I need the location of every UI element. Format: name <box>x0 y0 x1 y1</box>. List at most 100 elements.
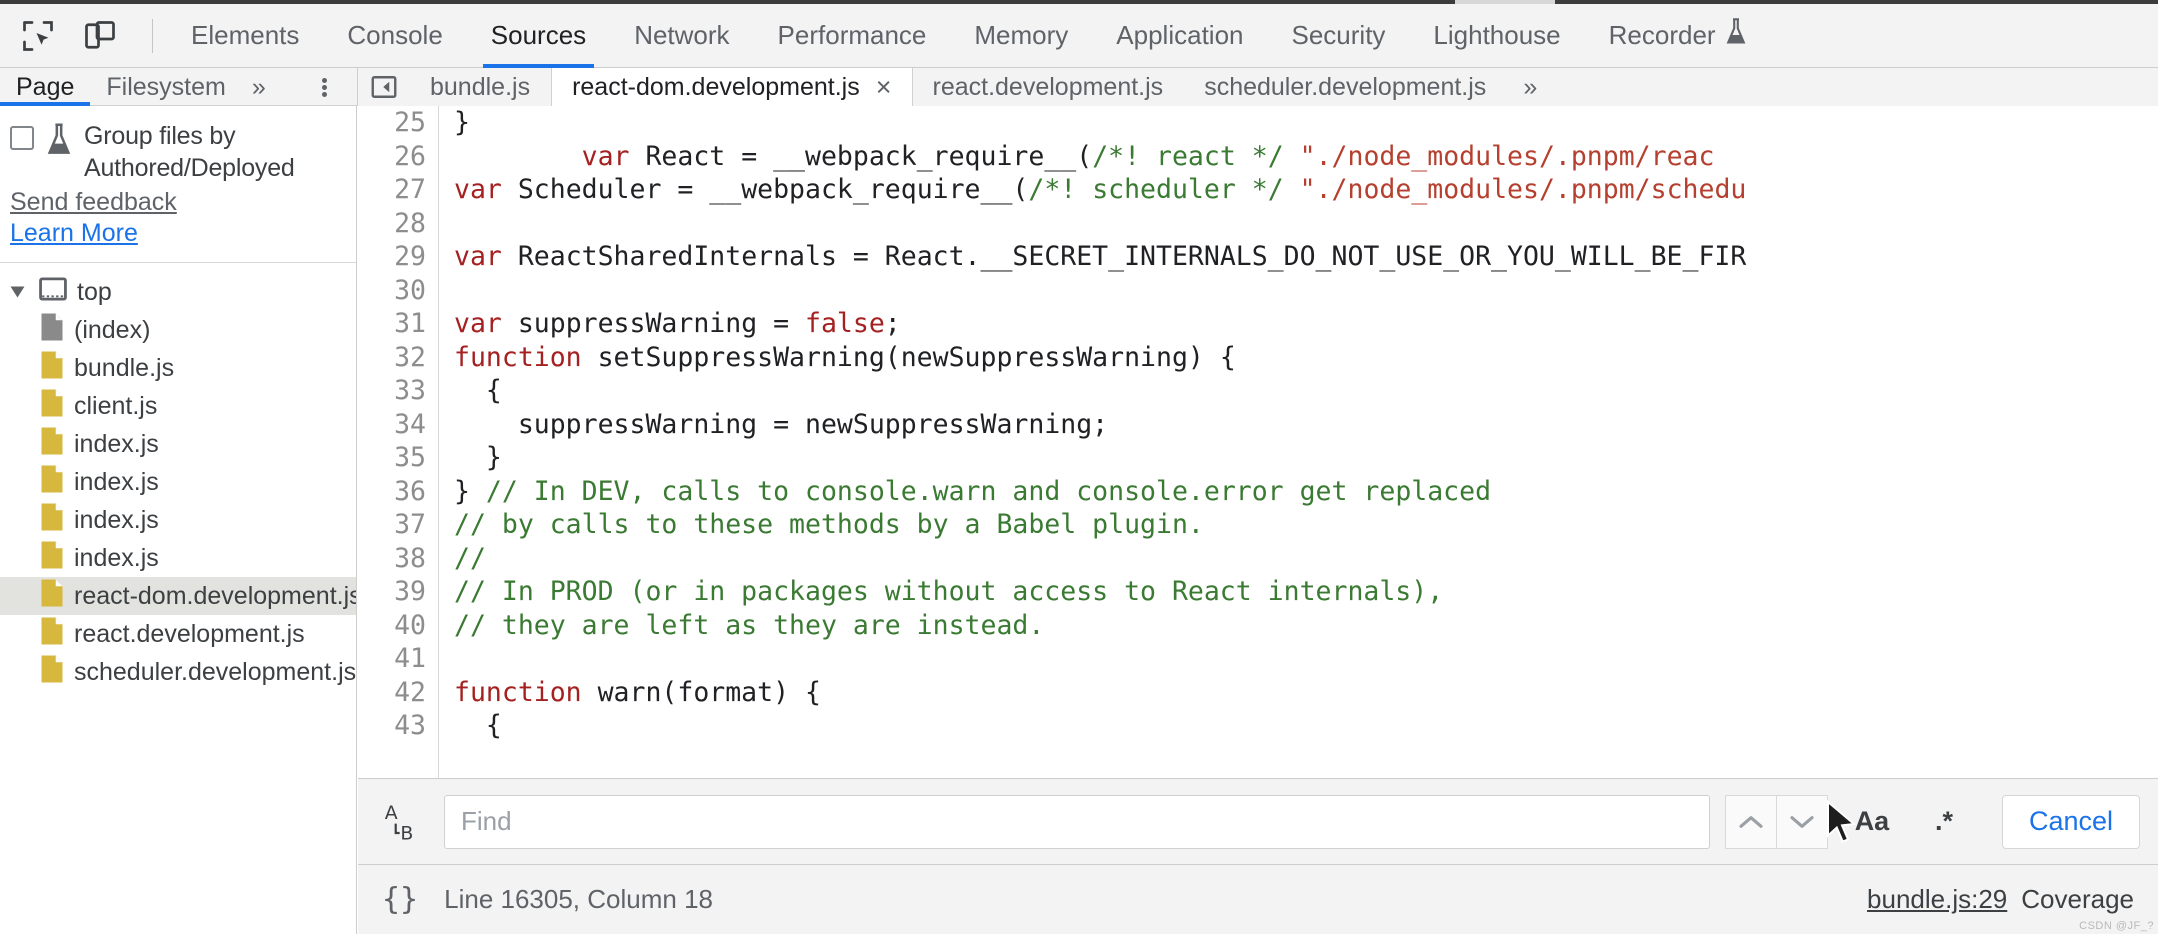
line-number[interactable]: 29 <box>358 240 426 274</box>
tab-security[interactable]: Security <box>1268 4 1410 68</box>
code-lines[interactable]: 25} 26 var React = __webpack_require__(/*… <box>358 106 2158 743</box>
code-line[interactable]: 31 var suppressWarning = false; <box>358 307 2158 341</box>
code-line[interactable]: 25} <box>358 106 2158 140</box>
line-number[interactable]: 26 <box>358 140 426 174</box>
navigator-more-tabs-icon[interactable]: » <box>242 68 276 106</box>
code-line[interactable]: 36 } // In DEV, calls to console.warn and… <box>358 475 2158 509</box>
tab-network[interactable]: Network <box>610 4 753 68</box>
line-content[interactable]: // <box>454 542 2158 576</box>
send-feedback-link[interactable]: Send feedback <box>10 188 177 217</box>
line-content[interactable]: function setSuppressWarning(newSuppressW… <box>454 341 2158 375</box>
code-line[interactable]: 42 function warn(format) { <box>358 676 2158 710</box>
code-editor[interactable]: 25} 26 var React = __webpack_require__(/*… <box>358 106 2158 778</box>
line-number[interactable]: 38 <box>358 542 426 576</box>
line-content[interactable]: var Scheduler = __webpack_require__(/*! … <box>454 173 2158 207</box>
code-line[interactable]: 26 var React = __webpack_require__(/*! r… <box>358 140 2158 174</box>
line-number[interactable]: 35 <box>358 441 426 475</box>
line-number[interactable]: 37 <box>358 508 426 542</box>
line-content[interactable]: // they are left as they are instead. <box>454 609 2158 643</box>
code-line[interactable]: 30 <box>358 274 2158 308</box>
file-tab-scheduler-development-js[interactable]: scheduler.development.js <box>1184 68 1507 106</box>
line-content[interactable]: } <box>454 106 2158 140</box>
coverage-label[interactable]: Coverage <box>2021 884 2134 915</box>
tree-item-index-js-3[interactable]: index.js <box>0 501 356 539</box>
tree-item-index-js-1[interactable]: index.js <box>0 425 356 463</box>
code-line[interactable]: 32 function setSuppressWarning(newSuppres… <box>358 341 2158 375</box>
code-line[interactable]: 38 // <box>358 542 2158 576</box>
source-origin-link[interactable]: bundle.js:29 <box>1867 884 2007 915</box>
code-line[interactable]: 28 <box>358 207 2158 241</box>
line-number[interactable]: 41 <box>358 642 426 676</box>
code-line[interactable]: 39 // In PROD (or in packages without acc… <box>358 575 2158 609</box>
group-files-checkbox[interactable] <box>10 126 34 150</box>
tree-item-bundle-js[interactable]: bundle.js <box>0 349 356 387</box>
match-case-button[interactable]: Aa <box>1844 795 1900 849</box>
line-number[interactable]: 31 <box>358 307 426 341</box>
line-content[interactable]: { <box>454 374 2158 408</box>
replace-toggle-icon[interactable]: A B <box>376 800 428 843</box>
code-line[interactable]: 43 { <box>358 709 2158 743</box>
show-navigator-icon[interactable] <box>358 68 410 106</box>
line-content[interactable]: var suppressWarning = false; <box>454 307 2158 341</box>
line-content[interactable]: // In PROD (or in packages without acces… <box>454 575 2158 609</box>
file-tab-react-dom-development-js[interactable]: react-dom.development.js × <box>551 68 913 106</box>
tree-item-scheduler-development-js[interactable]: scheduler.development.js <box>0 653 356 691</box>
code-line[interactable]: 33 { <box>358 374 2158 408</box>
cancel-button[interactable]: Cancel <box>2001 794 2140 849</box>
file-tab-react-development-js[interactable]: react.development.js <box>913 68 1185 106</box>
pretty-print-icon[interactable]: {} <box>382 882 418 917</box>
search-previous-button[interactable] <box>1724 794 1777 849</box>
tree-item-react-development-js[interactable]: react.development.js <box>0 615 356 653</box>
line-number[interactable]: 43 <box>358 709 426 743</box>
line-number[interactable]: 36 <box>358 475 426 509</box>
navigator-tab-filesystem[interactable]: Filesystem <box>90 68 241 106</box>
line-content[interactable]: } <box>454 441 2158 475</box>
code-line[interactable]: 27 var Scheduler = __webpack_require__(/*… <box>358 173 2158 207</box>
line-content[interactable]: { <box>454 709 2158 743</box>
file-tabs-more-icon[interactable]: » <box>1507 68 1553 106</box>
line-number[interactable]: 39 <box>358 575 426 609</box>
line-number[interactable]: 42 <box>358 676 426 710</box>
tab-elements[interactable]: Elements <box>167 4 323 68</box>
line-content[interactable]: suppressWarning = newSuppressWarning; <box>454 408 2158 442</box>
tab-console[interactable]: Console <box>323 4 466 68</box>
line-content[interactable]: } // In DEV, calls to console.warn and c… <box>454 475 2158 509</box>
line-number[interactable]: 34 <box>358 408 426 442</box>
code-line[interactable]: 37 // by calls to these methods by a Babe… <box>358 508 2158 542</box>
line-number[interactable]: 40 <box>358 609 426 643</box>
learn-more-link[interactable]: Learn More <box>10 219 138 248</box>
inspect-element-icon[interactable] <box>14 12 62 60</box>
line-content[interactable]: function warn(format) { <box>454 676 2158 710</box>
close-icon[interactable]: × <box>876 73 892 101</box>
search-next-button[interactable] <box>1775 794 1828 849</box>
code-line[interactable]: 29 var ReactSharedInternals = React.__SEC… <box>358 240 2158 274</box>
tree-item-react-dom-development-js[interactable]: react-dom.development.js <box>0 577 356 615</box>
tree-item-index-js-4[interactable]: index.js <box>0 539 356 577</box>
tree-item-client-js[interactable]: client.js <box>0 387 356 425</box>
tab-sources[interactable]: Sources <box>467 4 610 68</box>
line-content[interactable]: var ReactSharedInternals = React.__SECRE… <box>454 240 2158 274</box>
tab-performance[interactable]: Performance <box>754 4 951 68</box>
line-number[interactable]: 27 <box>358 173 426 207</box>
regex-button[interactable]: .* <box>1916 795 1972 849</box>
tab-recorder[interactable]: Recorder <box>1585 4 1772 68</box>
code-line[interactable]: 34 suppressWarning = newSuppressWarning; <box>358 408 2158 442</box>
code-line[interactable]: 40 // they are left as they are instead. <box>358 609 2158 643</box>
navigator-kebab-icon[interactable] <box>309 68 339 106</box>
tree-item-top[interactable]: top <box>0 273 356 311</box>
tab-memory[interactable]: Memory <box>950 4 1092 68</box>
tab-application[interactable]: Application <box>1092 4 1267 68</box>
tree-item-index[interactable]: (index) <box>0 311 356 349</box>
line-number[interactable]: 30 <box>358 274 426 308</box>
line-content[interactable]: var React = __webpack_require__(/*! reac… <box>454 140 2158 174</box>
tree-item-index-js-2[interactable]: index.js <box>0 463 356 501</box>
tab-lighthouse[interactable]: Lighthouse <box>1409 4 1584 68</box>
code-line[interactable]: 35 } <box>358 441 2158 475</box>
chevron-down-icon[interactable] <box>10 286 25 298</box>
line-content[interactable]: // by calls to these methods by a Babel … <box>454 508 2158 542</box>
device-toolbar-icon[interactable] <box>76 12 124 60</box>
navigator-tab-page[interactable]: Page <box>0 68 91 106</box>
group-files-setting[interactable]: Group files by Authored/Deployed <box>0 106 356 186</box>
line-number[interactable]: 33 <box>358 374 426 408</box>
line-number[interactable]: 32 <box>358 341 426 375</box>
